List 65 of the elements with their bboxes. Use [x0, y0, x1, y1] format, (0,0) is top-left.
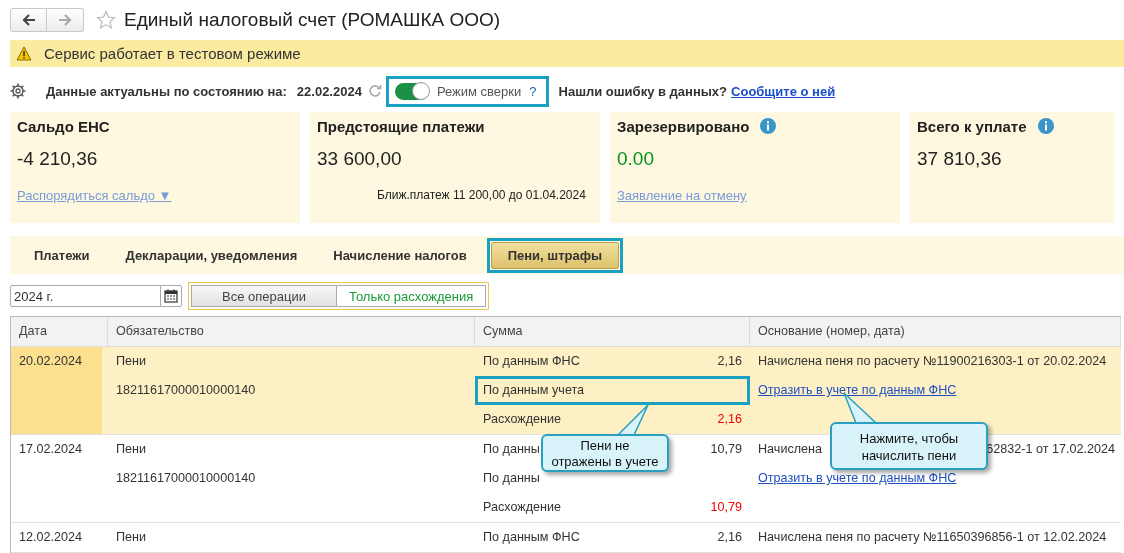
tab[interactable]: Начисление налогов: [321, 241, 479, 269]
tab[interactable]: Пени, штрафы: [490, 241, 620, 269]
column-header[interactable]: Сумма: [475, 317, 750, 346]
table-cell: 10,79: [710, 500, 742, 514]
table-cell-text: Пени: [115, 353, 148, 370]
table-cell-text: 17.02.2024: [18, 441, 84, 458]
post-link[interactable]: Отразить в учете по данным ФНС: [758, 471, 957, 485]
period-field[interactable]: 2024 г.: [10, 285, 182, 307]
card-title: Предстоящие платежи: [317, 117, 485, 135]
table-cell: По данны: [483, 471, 540, 485]
tab[interactable]: Платежи: [22, 241, 102, 269]
post-link[interactable]: Отразить в учете по данным ФНС: [758, 383, 957, 397]
status-date: 22.02.2024: [296, 83, 362, 99]
report-link[interactable]: Сообщите о ней: [731, 83, 836, 99]
back-arrow-icon: [21, 14, 36, 26]
card-title: Всего к уплате: [917, 117, 1027, 135]
error-question: Нашли ошибку в данных?: [558, 83, 728, 99]
warning-icon: [16, 46, 32, 61]
filter-toggle[interactable]: Все операции: [191, 285, 337, 307]
table-cell-text: Пени: [115, 441, 148, 458]
refresh-icon[interactable]: [367, 84, 382, 98]
table-cell: По данным ФНС: [483, 354, 580, 368]
table-cell: Начислена: [758, 442, 823, 457]
card-value: 0.00: [617, 148, 654, 169]
toggle-switch[interactable]: [394, 82, 429, 100]
table-cell-text: 18211617000010000140: [115, 470, 257, 487]
table-cell: Расхождение: [483, 412, 562, 426]
filter-toggle[interactable]: Только расхождения: [336, 285, 487, 307]
tab[interactable]: Декларации, уведомления: [113, 241, 310, 269]
help-link[interactable]: ?: [529, 83, 537, 99]
table-cell: По данным учета: [483, 383, 585, 397]
table-cell: Начислена пеня по расчету №11900216303-1 от 20.02.2024: [758, 354, 1107, 368]
toggle-label: Режим сверки: [436, 83, 522, 99]
table-cell: 2,16: [717, 354, 742, 368]
table-cell: 20.02.2024: [11, 347, 102, 434]
table-cell-text: 18211617000010000140: [115, 382, 257, 399]
card-value: 37 810,36: [917, 148, 1002, 169]
settings-icon[interactable]: [10, 83, 26, 99]
back-button[interactable]: [10, 8, 47, 32]
card-value: 33 600,00: [317, 148, 402, 169]
table-cell: Начислена пеня по расчету №11650396856-1 от 12.02.2024: [758, 530, 1107, 544]
table-cell: 2,16: [717, 530, 742, 544]
table-cell: 10,79: [710, 442, 742, 456]
table-cell: По данны: [483, 442, 540, 456]
table-cell-text: Пени: [115, 529, 148, 546]
table-cell: Расхождение: [483, 500, 562, 514]
table-cell: 62832-1 от 17.02.2024: [986, 442, 1115, 457]
card-title: Сальдо ЕНС: [17, 117, 110, 135]
table-cell-text: 12.02.2024: [18, 529, 84, 546]
banner-text: Сервис работает в тестовом режиме: [44, 45, 301, 62]
card-value: -4 210,36: [17, 148, 98, 169]
card-title: Зарезервировано: [617, 117, 750, 135]
table-cell: 2,16: [717, 412, 742, 426]
status-label: Данные актуальны по состоянию на:: [46, 83, 287, 99]
info-icon[interactable]: [1036, 117, 1055, 135]
column-header[interactable]: Обязательство: [108, 317, 475, 346]
column-header[interactable]: Дата: [11, 317, 108, 346]
info-icon[interactable]: [759, 117, 778, 135]
forward-arrow-icon: [58, 14, 72, 26]
card-note: Ближ.платеж 11 200,00 до 01.04.2024: [376, 188, 587, 202]
table-cell: По данным ФНС: [483, 530, 580, 544]
star-icon[interactable]: [96, 10, 116, 30]
calendar-icon: [164, 289, 178, 303]
window-title: Единый налоговый счет (РОМАШКА ООО): [124, 9, 501, 31]
column-header[interactable]: Основание (номер, дата): [750, 317, 1121, 346]
